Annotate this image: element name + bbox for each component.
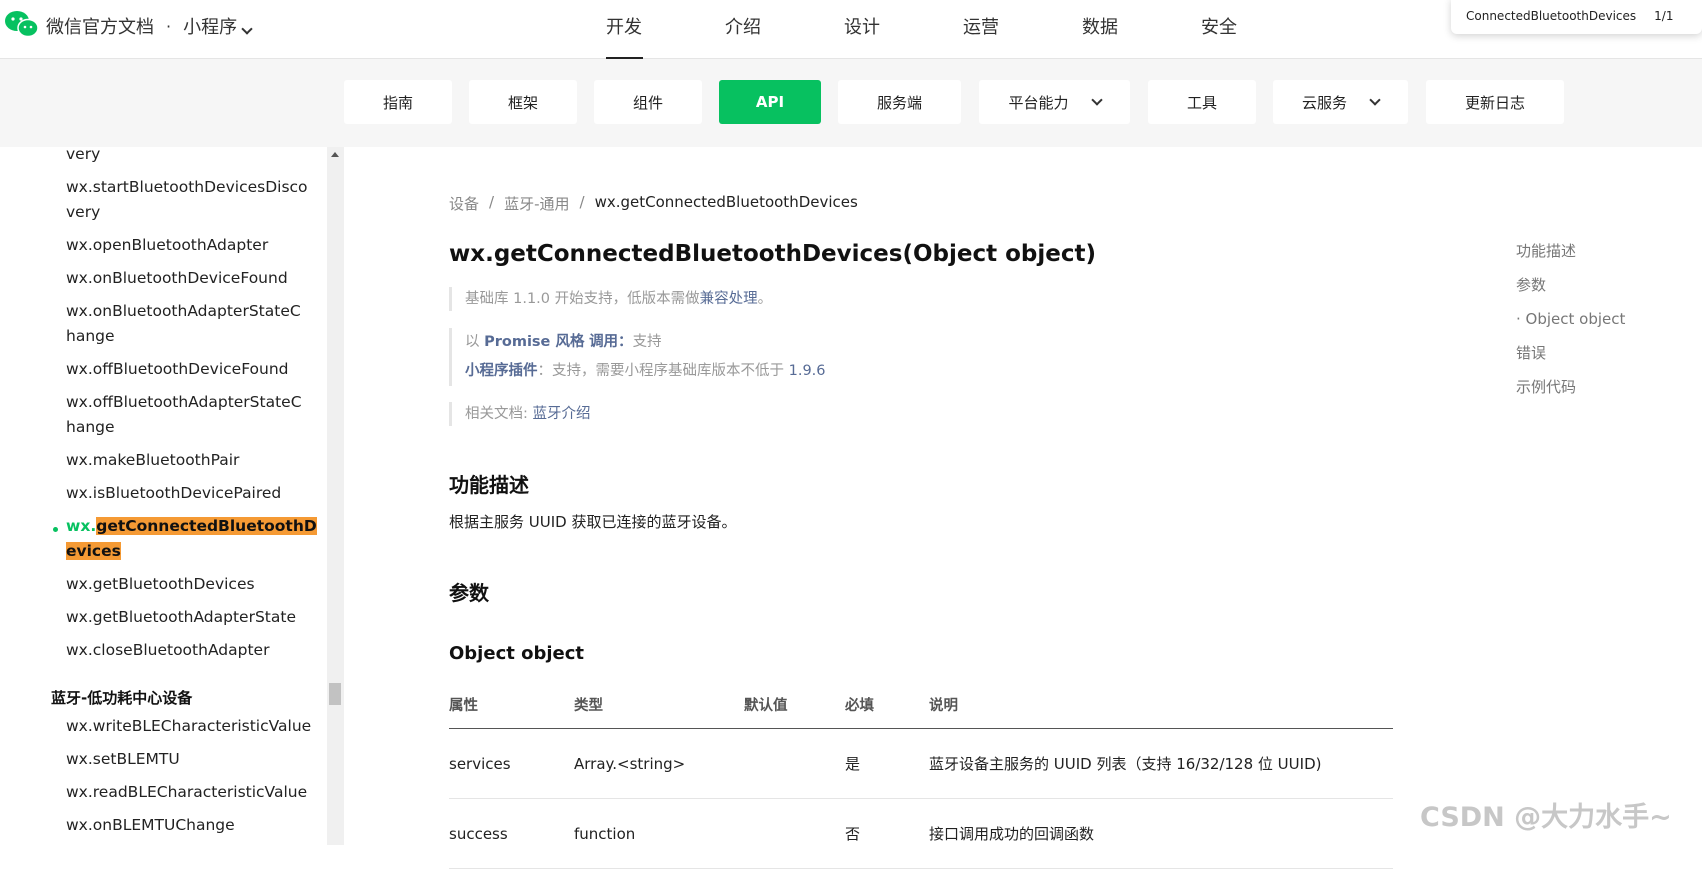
compat-link[interactable]: 兼容处理 xyxy=(700,291,758,307)
tab-components[interactable]: 组件 xyxy=(594,80,702,124)
sidebar-group-title[interactable]: 蓝牙-低功耗中心设备 xyxy=(51,687,192,708)
main-content: 设备 / 蓝牙-通用 / wx.getConnectedBluetoothDev… xyxy=(345,147,1702,869)
object-title: Object object xyxy=(449,643,585,664)
nav-item-data[interactable]: 数据 xyxy=(1082,13,1201,39)
toc-item[interactable]: 功能描述 xyxy=(1516,243,1625,277)
nav-item-dev[interactable]: 开发 xyxy=(606,13,725,59)
brand[interactable]: 微信官方文档 · 小程序 xyxy=(46,13,253,39)
table-of-contents: 功能描述 参数 · Object object 错误 示例代码 xyxy=(1516,243,1625,413)
breadcrumb-item[interactable]: 蓝牙-通用 xyxy=(504,193,569,214)
tab-cloud[interactable]: 云服务 xyxy=(1273,80,1408,124)
tab-changelog[interactable]: 更新日志 xyxy=(1426,80,1564,124)
brand-sub[interactable]: 小程序 xyxy=(183,13,253,39)
breadcrumb-sep: / xyxy=(579,193,585,211)
toc-item[interactable]: 错误 xyxy=(1516,345,1625,379)
promise-note: 以 Promise 风格 调用：支持 小程序插件：支持，需要小程序基础库版本不低… xyxy=(449,328,826,386)
sidebar-item[interactable]: wx.openBluetoothAdapter xyxy=(66,233,306,258)
promise-link[interactable]: Promise 风格 xyxy=(484,334,584,350)
toc-item[interactable]: 示例代码 xyxy=(1516,379,1625,413)
watermark: CSDN @大力水手~ xyxy=(1420,802,1672,833)
breadcrumb-sep: / xyxy=(489,193,495,211)
table-header: 属性 类型 默认值 必填 说明 xyxy=(449,681,1393,729)
sidebar-item[interactable]: wx.getBluetoothAdapterState xyxy=(66,605,306,630)
top-bar: 微信官方文档 · 小程序 开发 介绍 设计 运营 数据 安全 Connected… xyxy=(0,0,1702,59)
sidebar-item[interactable]: very xyxy=(66,200,306,225)
sidebar-item[interactable]: hange xyxy=(66,415,306,440)
table-row: services Array.<string> 是 蓝牙设备主服务的 UUID … xyxy=(449,729,1393,799)
wechat-logo-icon[interactable] xyxy=(4,10,40,38)
sidebar-item[interactable]: hange xyxy=(66,324,306,349)
sidebar-item[interactable]: wx.setBLEMTU xyxy=(66,747,306,772)
page-title: wx.getConnectedBluetoothDevices(Object o… xyxy=(449,241,1096,267)
tab-server[interactable]: 服务端 xyxy=(838,80,961,124)
tab-guide[interactable]: 指南 xyxy=(344,80,452,124)
toc-item[interactable]: 参数 xyxy=(1516,277,1625,311)
bluetooth-intro-link[interactable]: 蓝牙介绍 xyxy=(533,406,591,422)
sidebar-item[interactable]: wx.onBLEMTUChange xyxy=(66,813,306,838)
sidebar-item[interactable]: wx.offBluetoothAdapterStateC xyxy=(66,390,306,415)
find-query[interactable]: ConnectedBluetoothDevices xyxy=(1466,9,1636,23)
nav-item-intro[interactable]: 介绍 xyxy=(725,13,844,39)
section-title-params: 参数 xyxy=(449,581,489,605)
sidebar-item[interactable]: wx.readBLECharacteristicValue xyxy=(66,780,307,805)
chevron-down-icon xyxy=(241,23,253,35)
chevron-down-icon xyxy=(1369,94,1381,106)
nav-item-design[interactable]: 设计 xyxy=(844,13,963,39)
breadcrumb-item[interactable]: 设备 xyxy=(449,193,479,214)
scroll-up-arrow-icon[interactable] xyxy=(331,152,339,157)
breadcrumb-current: wx.getConnectedBluetoothDevices xyxy=(594,193,858,211)
sidebar-item[interactable]: wx.onBluetoothAdapterStateC xyxy=(66,299,306,324)
sidebar-item[interactable]: wx.writeBLECharacteristicValue xyxy=(66,714,311,739)
sidebar-scrollbar[interactable] xyxy=(327,147,344,845)
scrollbar-thumb[interactable] xyxy=(329,683,341,705)
breadcrumb: 设备 / 蓝牙-通用 / wx.getConnectedBluetoothDev… xyxy=(449,193,858,214)
active-bullet-icon xyxy=(53,527,58,532)
nav-item-ops[interactable]: 运营 xyxy=(963,13,1082,39)
sidebar-item[interactable]: wx.getBluetoothDevices xyxy=(66,572,306,597)
sidebar: very wx.startBluetoothDevicesDisco very … xyxy=(0,147,328,845)
sidebar-item[interactable]: wx.isBluetoothDevicePaired xyxy=(66,481,306,506)
sub-nav: 指南 框架 组件 API 服务端 平台能力 工具 云服务 更新日志 xyxy=(0,59,1702,147)
sidebar-item[interactable]: very xyxy=(66,147,306,167)
plugin-version: 1.9.6 xyxy=(788,363,826,379)
main-nav: 开发 介绍 设计 运营 数据 安全 xyxy=(606,13,1320,59)
sidebar-item[interactable]: wx.makeBluetoothPair xyxy=(66,448,306,473)
tab-tools[interactable]: 工具 xyxy=(1148,80,1256,124)
table-row: success function 否 接口调用成功的回调函数 xyxy=(449,799,1393,869)
sidebar-item[interactable]: wx.startBluetoothDevicesDisco xyxy=(66,175,308,200)
chevron-down-icon xyxy=(1090,94,1103,106)
find-count: 1/1 xyxy=(1654,9,1674,23)
support-note: 基础库 1.1.0 开始支持，低版本需做兼容处理。 xyxy=(449,287,772,311)
toc-item[interactable]: · Object object xyxy=(1516,311,1625,345)
tab-platform[interactable]: 平台能力 xyxy=(979,80,1130,124)
sidebar-item[interactable]: wx.onBluetoothDeviceFound xyxy=(66,266,306,291)
brand-dot: · xyxy=(166,16,172,36)
related-note: 相关文档: 蓝牙介绍 xyxy=(449,402,591,426)
section-desc-text: 根据主服务 UUID 获取已连接的蓝牙设备。 xyxy=(449,513,737,531)
brand-title[interactable]: 微信官方文档 xyxy=(46,13,154,39)
sidebar-item[interactable]: wx.offBluetoothDeviceFound xyxy=(66,357,306,382)
params-table: 属性 类型 默认值 必填 说明 services Array.<string> … xyxy=(449,681,1393,869)
sidebar-item[interactable]: wx.closeBluetoothAdapter xyxy=(66,638,306,663)
tab-api[interactable]: API xyxy=(719,80,821,124)
find-in-page-bar[interactable]: ConnectedBluetoothDevices 1/1 xyxy=(1451,0,1702,34)
sidebar-item-active[interactable]: wx.getConnectedBluetoothD evices xyxy=(66,514,317,564)
section-title-desc: 功能描述 xyxy=(449,473,529,497)
tab-framework[interactable]: 框架 xyxy=(469,80,577,124)
nav-item-security[interactable]: 安全 xyxy=(1201,13,1320,39)
